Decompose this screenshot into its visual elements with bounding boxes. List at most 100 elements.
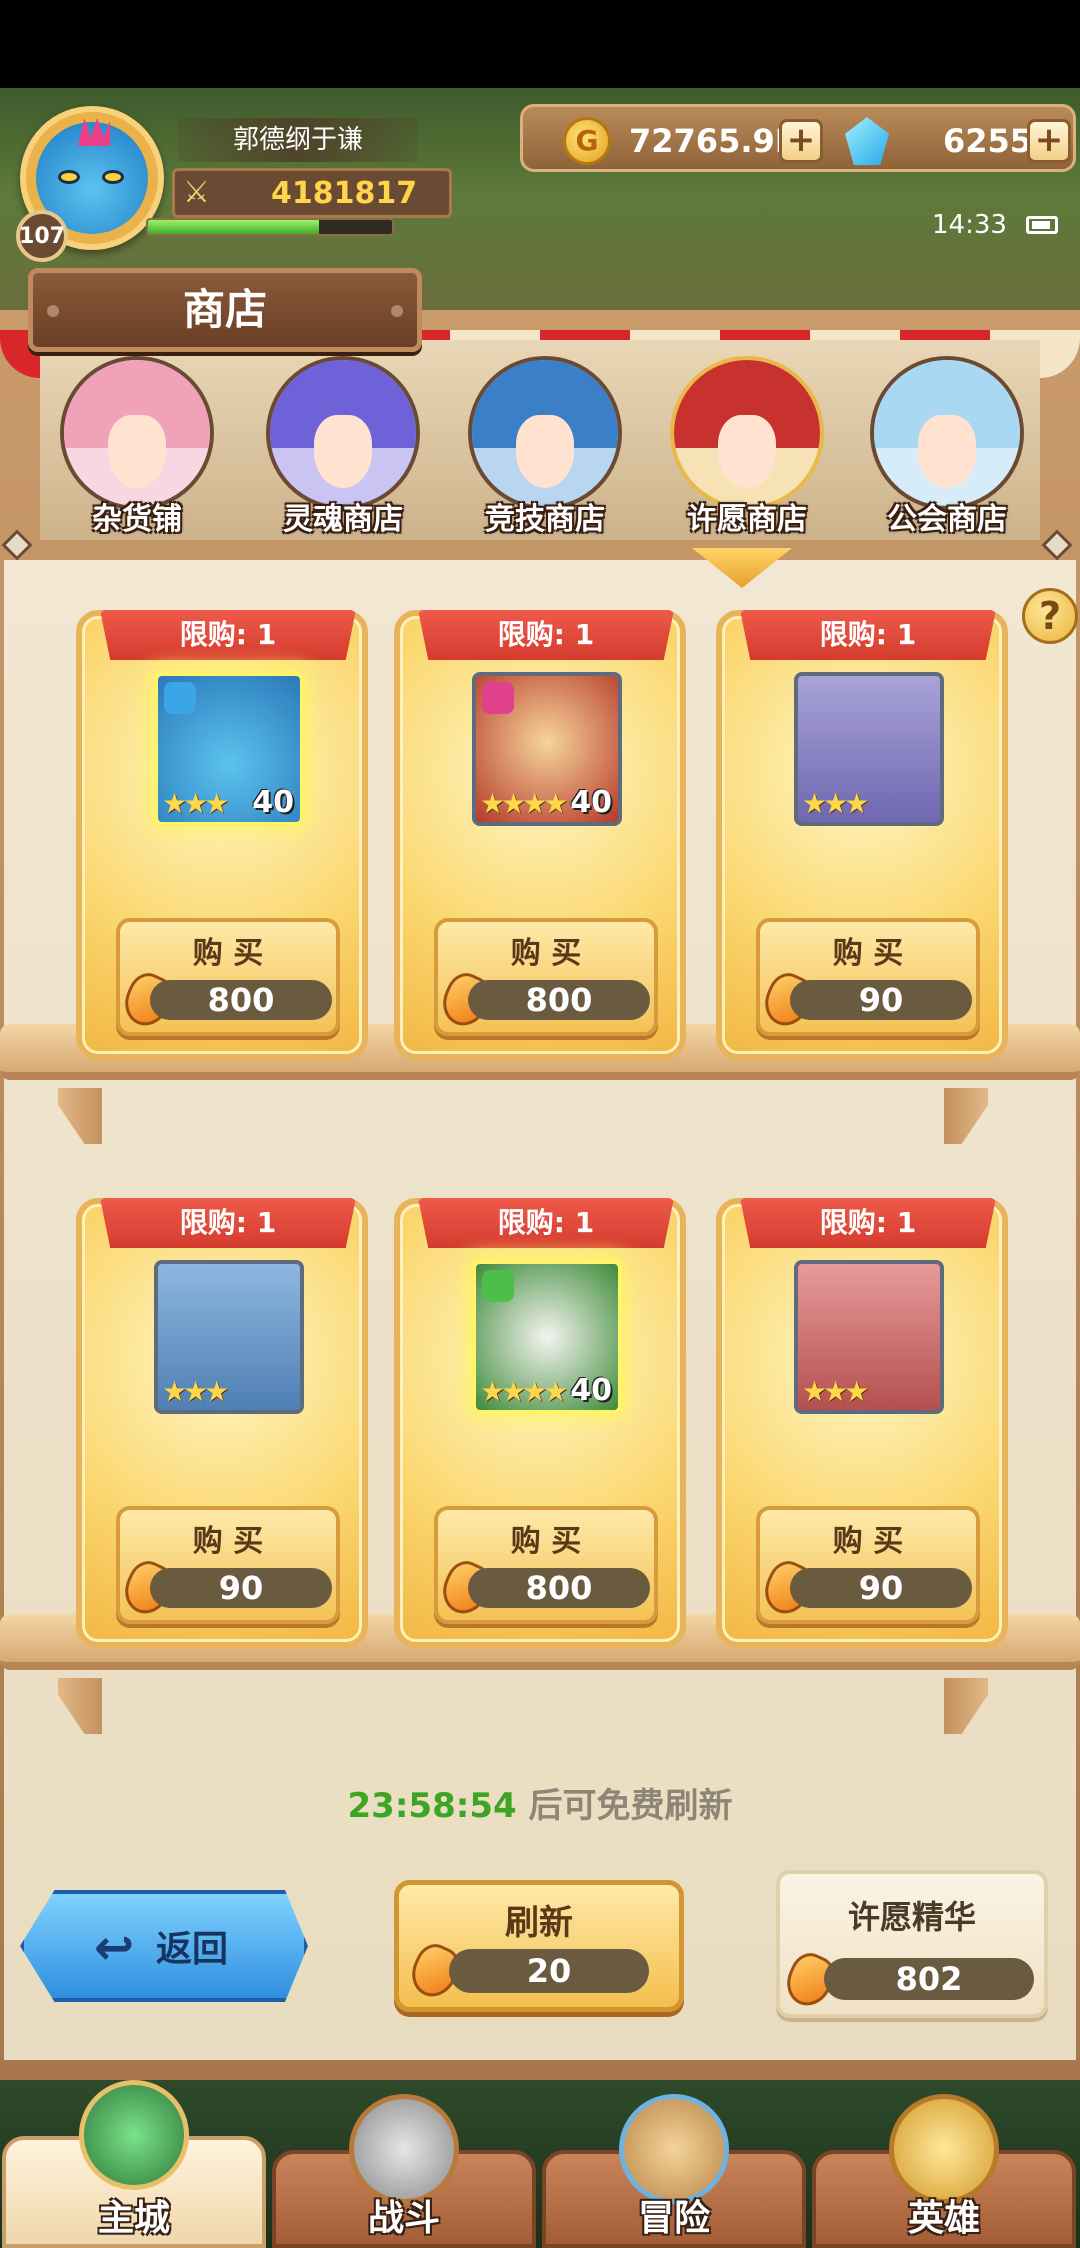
item-stars: ★★★ bbox=[162, 787, 229, 820]
hero-shard-icon[interactable]: ★★★★ 40 bbox=[472, 1260, 622, 1414]
item-price: 800 bbox=[468, 980, 650, 1020]
wish-essence-panel: 许愿精华 802 bbox=[776, 1870, 1048, 2018]
item-stars: ★★★ bbox=[802, 787, 869, 820]
return-arrow-icon: ↩ bbox=[94, 1920, 135, 1976]
item-stars: ★★★★ bbox=[480, 787, 568, 820]
nav-label: 战斗 bbox=[367, 2198, 440, 2239]
tab-label: 竞技商店 bbox=[485, 502, 605, 537]
buy-button[interactable]: 购 买 90 bbox=[756, 1506, 980, 1624]
purchase-limit-ribbon: 限购: 1 bbox=[740, 1198, 996, 1248]
purchase-limit-ribbon: 限购: 1 bbox=[100, 1198, 356, 1248]
shop-item-card: 限购: 1 ★★★ 购 买 90 bbox=[716, 1198, 1008, 1648]
item-stars: ★★★ bbox=[162, 1375, 229, 1408]
nav-tab-battle[interactable]: 战斗 bbox=[272, 2094, 536, 2248]
buy-button[interactable]: 购 买 800 bbox=[116, 918, 340, 1036]
item-price: 800 bbox=[150, 980, 332, 1020]
tab-label: 许愿商店 bbox=[687, 502, 807, 537]
help-button[interactable]: ? bbox=[1022, 588, 1078, 644]
add-gems-button[interactable]: + bbox=[1027, 119, 1071, 163]
sword-icon[interactable]: ★★★ bbox=[794, 1260, 944, 1414]
shopkeeper-portrait bbox=[670, 356, 824, 510]
avatar-eye bbox=[102, 170, 124, 184]
player-name: 郭德纲于谦 bbox=[178, 118, 418, 162]
item-price: 800 bbox=[468, 1568, 650, 1608]
buy-button-label: 购 买 bbox=[192, 1524, 264, 1559]
shop-item-card: 限购: 1 ★★★★ 40 购 买 800 bbox=[394, 1198, 686, 1648]
clock: 14:33 bbox=[932, 210, 1007, 240]
item-price: 90 bbox=[790, 980, 972, 1020]
buy-button[interactable]: 购 买 800 bbox=[434, 1506, 658, 1624]
buy-button[interactable]: 购 买 800 bbox=[434, 918, 658, 1036]
item-level: 40 bbox=[252, 785, 294, 820]
tab-soul-shop[interactable]: 灵魂商店 bbox=[258, 356, 428, 546]
nav-label: 英雄 bbox=[907, 2198, 980, 2239]
shop-item-card: 限购: 1 ★★★ 购 买 90 bbox=[716, 610, 1008, 1060]
nav-tab-adventure[interactable]: 冒险 bbox=[542, 2094, 806, 2248]
armor-icon[interactable]: ★★★ bbox=[154, 1260, 304, 1414]
ring-icon[interactable]: ★★★ bbox=[794, 672, 944, 826]
item-stars: ★★★★ bbox=[480, 1375, 568, 1408]
nature-element-icon bbox=[482, 1270, 514, 1302]
refresh-button-label: 刷新 bbox=[505, 1903, 573, 1943]
tab-guild-shop[interactable]: 公会商店 bbox=[862, 356, 1032, 546]
buy-button-label: 购 买 bbox=[192, 936, 264, 971]
wish-essence-amount: 802 bbox=[824, 1958, 1034, 2000]
shop-title-text: 商店 bbox=[182, 285, 267, 334]
gem-amount: 6255 bbox=[943, 122, 1033, 160]
tab-wish-shop[interactable]: 许愿商店 bbox=[662, 356, 832, 546]
exp-bar-fill bbox=[148, 220, 319, 234]
buy-button[interactable]: 购 买 90 bbox=[116, 1506, 340, 1624]
purchase-limit-ribbon: 限购: 1 bbox=[418, 610, 674, 660]
hero-shard-icon[interactable]: ★★★★ 40 bbox=[472, 672, 622, 826]
crossed-swords-icon: ⚔ bbox=[183, 175, 210, 210]
avatar-spike-hair bbox=[78, 118, 110, 146]
shop-item-card: 限购: 1 ★★★★ 40 购 买 800 bbox=[394, 610, 686, 1060]
buy-button-label: 购 买 bbox=[510, 1524, 582, 1559]
shopkeeper-portrait bbox=[60, 356, 214, 510]
hero-shard-icon[interactable]: ★★★ 40 bbox=[154, 672, 304, 826]
water-element-icon bbox=[164, 682, 196, 714]
shop-item-card: 限购: 1 ★★★ 购 买 90 bbox=[76, 1198, 368, 1648]
free-refresh-timer: 23:58:54 后可免费刷新 bbox=[0, 1778, 1080, 1827]
tab-label: 公会商店 bbox=[887, 502, 1007, 537]
refresh-countdown: 23:58:54 bbox=[347, 1786, 517, 1826]
item-stars: ★★★ bbox=[802, 1375, 869, 1408]
shopkeeper-portrait bbox=[870, 356, 1024, 510]
exp-bar bbox=[146, 218, 394, 236]
scroll-map-icon bbox=[619, 2094, 729, 2204]
buy-button[interactable]: 购 买 90 bbox=[756, 918, 980, 1036]
item-price: 90 bbox=[150, 1568, 332, 1608]
hero-emblem-icon bbox=[889, 2094, 999, 2204]
combat-power-bar: ⚔ 4181817 bbox=[172, 168, 452, 218]
status-bar-area bbox=[0, 0, 1080, 88]
back-button-label: 返回 bbox=[156, 1929, 229, 1970]
buy-button-label: 购 买 bbox=[832, 1524, 904, 1559]
back-button[interactable]: ↩ 返回 bbox=[20, 1890, 308, 2002]
nav-label: 冒险 bbox=[637, 2198, 710, 2239]
wish-essence-label: 许愿精华 bbox=[847, 1898, 976, 1936]
purchase-limit-ribbon: 限购: 1 bbox=[100, 610, 356, 660]
tab-label: 灵魂商店 bbox=[283, 502, 403, 537]
fire-element-icon bbox=[482, 682, 514, 714]
tab-general-store[interactable]: 杂货铺 bbox=[52, 356, 222, 546]
tab-arena-shop[interactable]: 竞技商店 bbox=[460, 356, 630, 546]
avatar-eye bbox=[58, 170, 80, 184]
buy-button-label: 购 买 bbox=[832, 936, 904, 971]
shop-title: 商店 bbox=[28, 268, 422, 352]
currency-panel: G 72765.9K + 6255 + bbox=[520, 104, 1076, 172]
purchase-limit-ribbon: 限购: 1 bbox=[418, 1198, 674, 1248]
gold-coin-icon: G bbox=[563, 117, 611, 165]
tab-label: 杂货铺 bbox=[92, 502, 182, 537]
add-gold-button[interactable]: + bbox=[779, 119, 823, 163]
shopkeeper-portrait bbox=[266, 356, 420, 510]
refresh-countdown-text: 后可免费刷新 bbox=[516, 1786, 733, 1826]
diamond-icon bbox=[845, 117, 889, 165]
battery-icon bbox=[1026, 216, 1058, 234]
nav-label: 主城 bbox=[97, 2198, 170, 2239]
purchase-limit-ribbon: 限购: 1 bbox=[740, 610, 996, 660]
item-price: 90 bbox=[790, 1568, 972, 1608]
nav-tab-heroes[interactable]: 英雄 bbox=[812, 2094, 1076, 2248]
nav-tab-main-city[interactable]: 主城 bbox=[2, 2080, 266, 2248]
gold-amount: 72765.9K bbox=[629, 122, 800, 160]
refresh-button[interactable]: 刷新 20 bbox=[394, 1880, 684, 2012]
